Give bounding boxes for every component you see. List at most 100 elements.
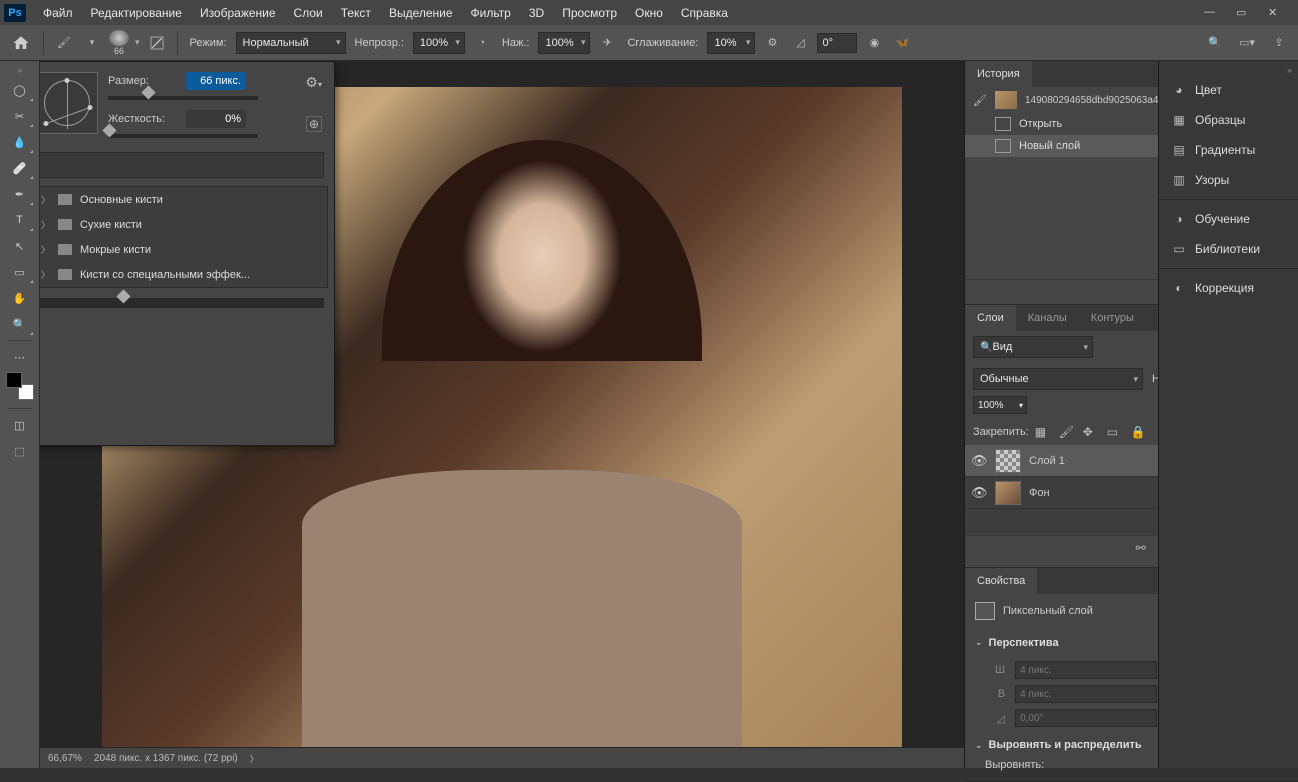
angle-icon: ◿ xyxy=(789,32,811,54)
link-icon[interactable]: ⚯ xyxy=(1136,541,1146,562)
brush-panel-toggle[interactable] xyxy=(146,32,168,54)
menu-window[interactable]: Окно xyxy=(626,2,672,24)
brush-size-input[interactable] xyxy=(186,72,246,90)
menu-view[interactable]: Просмотр xyxy=(553,2,626,24)
search-icon[interactable]: 🔍 xyxy=(1204,32,1226,54)
type-tool[interactable]: T xyxy=(5,207,35,233)
lock-trans-icon[interactable]: ▦ xyxy=(1035,425,1051,439)
lock-all-icon[interactable]: 🔒 xyxy=(1131,425,1147,439)
menu-image[interactable]: Изображение xyxy=(191,2,285,24)
zoom-display[interactable]: 66,67% xyxy=(48,753,82,764)
chevron-down-icon[interactable]: ▾ xyxy=(81,32,103,54)
foreground-background-colors[interactable] xyxy=(6,372,34,400)
brush-angle-preview[interactable] xyxy=(40,72,98,134)
menu-layers[interactable]: Слои xyxy=(285,2,332,24)
symmetry-icon[interactable]: 🦋 xyxy=(891,32,913,54)
brush-folder[interactable]: 〉Кисти со специальными эффек... xyxy=(40,262,327,287)
layers-tab[interactable]: Слои xyxy=(965,305,1016,331)
learn-icon: ◑ xyxy=(1171,211,1187,227)
color-panel-collapsed[interactable]: ◕Цвет xyxy=(1159,75,1298,105)
screenmode-icon[interactable]: ⬚ xyxy=(5,438,35,464)
mode-label: Режим: xyxy=(190,37,227,49)
menu-text[interactable]: Текст xyxy=(332,2,380,24)
menu-edit[interactable]: Редактирование xyxy=(82,2,191,24)
paths-tab[interactable]: Контуры xyxy=(1079,305,1146,331)
height-input[interactable] xyxy=(1015,685,1157,703)
quickmask-icon[interactable]: ◫ xyxy=(5,412,35,438)
pen-tool[interactable]: ✒ xyxy=(5,181,35,207)
lasso-tool[interactable]: ◯ xyxy=(5,77,35,103)
brush-flip-icon[interactable]: ⊕ xyxy=(306,116,322,132)
opacity-dropdown[interactable]: 100% xyxy=(413,32,465,54)
properties-tab[interactable]: Свойства xyxy=(965,568,1037,594)
smoothing-dropdown[interactable]: 10% xyxy=(707,32,755,54)
lock-artboard-icon[interactable]: ▭ xyxy=(1107,425,1123,439)
eyedropper-tool[interactable]: 💧 xyxy=(5,129,35,155)
hand-tool[interactable]: ✋ xyxy=(5,285,35,311)
workspace-icon[interactable]: ▭▾ xyxy=(1236,32,1258,54)
learn-panel-collapsed[interactable]: ◑Обучение xyxy=(1159,204,1298,234)
smoothing-settings-icon[interactable]: ⚙ xyxy=(761,32,783,54)
brush-size-slider[interactable] xyxy=(108,96,258,100)
brush-folder[interactable]: 〉Мокрые кисти xyxy=(40,237,327,262)
toolbar-expand-icon[interactable]: » xyxy=(17,65,22,75)
patterns-panel-collapsed[interactable]: ▥Узоры xyxy=(1159,165,1298,195)
minimize-icon[interactable]: — xyxy=(1204,6,1218,20)
brush-tool-icon[interactable]: 🖌 xyxy=(53,32,75,54)
airbrush-icon[interactable]: ✈ xyxy=(596,32,618,54)
rectangle-tool[interactable]: ▭ xyxy=(5,259,35,285)
edit-toolbar[interactable]: ⋯ xyxy=(5,344,35,370)
menu-filter[interactable]: Фильтр xyxy=(462,2,520,24)
layer-thumb[interactable] xyxy=(995,449,1021,473)
visibility-icon[interactable]: 👁 xyxy=(971,485,987,501)
adjustments-panel-collapsed[interactable]: ◐Коррекция xyxy=(1159,273,1298,303)
menu-3d[interactable]: 3D xyxy=(520,2,553,24)
brush-thumb-size-slider[interactable] xyxy=(40,298,324,308)
path-select-tool[interactable]: ↖ xyxy=(5,233,35,259)
crop-tool[interactable]: ✂ xyxy=(5,103,35,129)
pressure-size-icon[interactable]: ◉ xyxy=(863,32,885,54)
blend-dropdown[interactable]: Обычные xyxy=(973,368,1143,390)
brush-hardness-label: Жесткость: xyxy=(108,113,178,125)
zoom-tool[interactable]: 🔍 xyxy=(5,311,35,337)
flow-dropdown[interactable]: 100% xyxy=(538,32,590,54)
close-icon[interactable]: ✕ xyxy=(1268,6,1282,20)
menu-file[interactable]: Файл xyxy=(34,2,82,24)
brush-hardness-input[interactable] xyxy=(186,110,246,128)
folder-icon xyxy=(58,269,72,280)
angle-input[interactable] xyxy=(817,33,857,53)
swatches-panel-collapsed[interactable]: ▦Образцы xyxy=(1159,105,1298,135)
lock-move-icon[interactable]: ✥ xyxy=(1083,425,1099,439)
visibility-icon[interactable]: 👁 xyxy=(971,453,987,469)
layer-name[interactable]: Слой 1 xyxy=(1029,455,1065,467)
swatches-icon: ▦ xyxy=(1171,112,1187,128)
width-input[interactable] xyxy=(1015,661,1157,679)
doc-info[interactable]: 2048 пикс. x 1367 пикс. (72 ppi) xyxy=(94,753,238,764)
gradients-panel-collapsed[interactable]: ▤Градиенты xyxy=(1159,135,1298,165)
angle-input[interactable] xyxy=(1015,709,1157,727)
channels-tab[interactable]: Каналы xyxy=(1016,305,1079,331)
history-tab[interactable]: История xyxy=(965,61,1032,87)
healing-tool[interactable]: 🩹 xyxy=(5,155,35,181)
brush-preset-picker[interactable]: 66 xyxy=(109,30,129,56)
menu-select[interactable]: Выделение xyxy=(380,2,462,24)
layer-filter-dropdown[interactable]: 🔍 Вид xyxy=(973,336,1093,358)
brush-folder[interactable]: 〉Сухие кисти xyxy=(40,212,327,237)
home-button[interactable] xyxy=(8,30,34,56)
brush-settings-icon[interactable]: ⚙▾ xyxy=(305,74,322,91)
layer-thumb[interactable] xyxy=(995,481,1021,505)
lock-paint-icon[interactable]: 🖌 xyxy=(1059,425,1075,439)
layer-opacity-input[interactable]: 100% xyxy=(973,396,1027,414)
menubar: Ps Файл Редактирование Изображение Слои … xyxy=(0,0,1298,25)
libraries-panel-collapsed[interactable]: ▭Библиотеки xyxy=(1159,234,1298,264)
share-icon[interactable]: ⇪ xyxy=(1268,32,1290,54)
brush-hardness-slider[interactable] xyxy=(108,134,258,138)
blend-mode-dropdown[interactable]: Нормальный xyxy=(236,32,346,54)
brush-folder[interactable]: 〉Основные кисти xyxy=(40,187,327,212)
menu-help[interactable]: Справка xyxy=(672,2,737,24)
maximize-icon[interactable]: ▭ xyxy=(1236,6,1250,20)
collapse-handle-icon[interactable]: » xyxy=(1159,65,1298,75)
pressure-opacity-icon[interactable]: ◔ xyxy=(471,32,493,54)
layer-name[interactable]: Фон xyxy=(1029,487,1050,499)
brush-search-input[interactable] xyxy=(40,152,324,178)
